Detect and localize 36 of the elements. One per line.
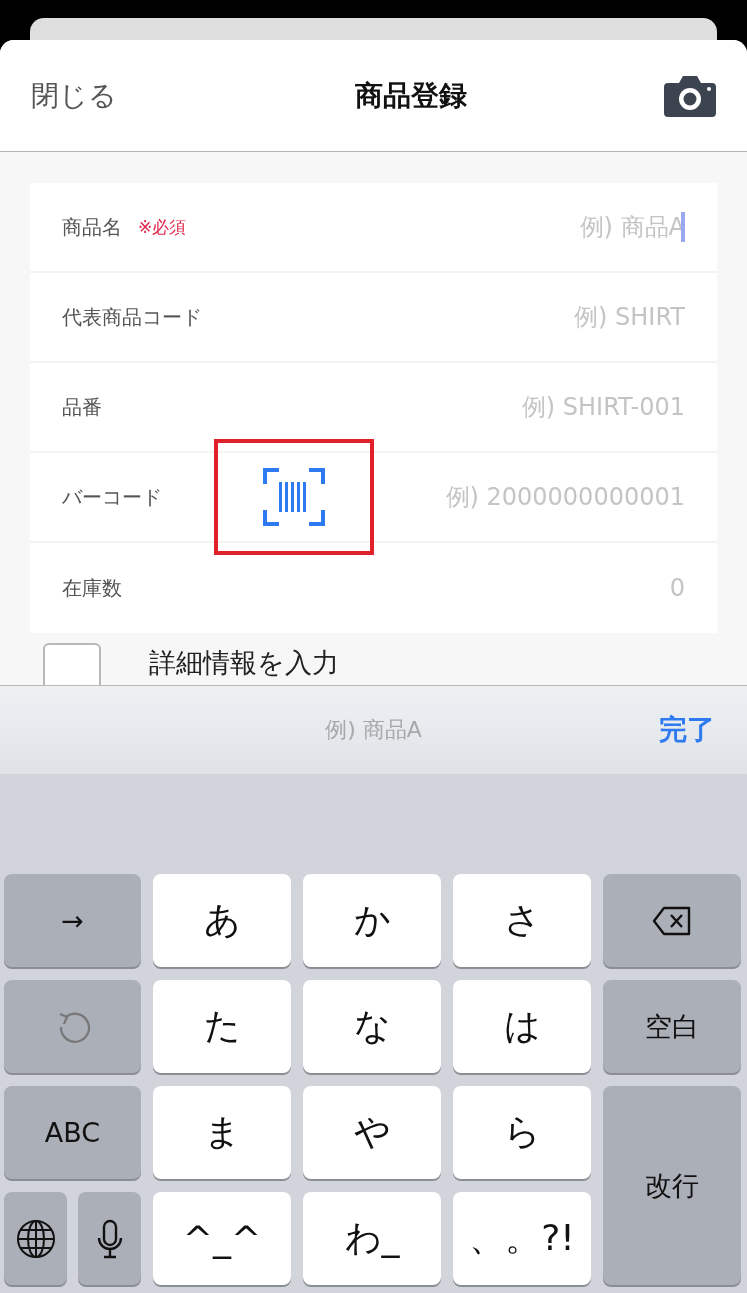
checkbox[interactable] bbox=[43, 643, 101, 685]
key[interactable]: ABC bbox=[4, 1086, 141, 1179]
screen-title: 商品登録 bbox=[354, 77, 467, 114]
field-label: 代表商品コード bbox=[62, 303, 202, 331]
barcode-scan-icon[interactable] bbox=[263, 468, 325, 526]
globe-key[interactable] bbox=[4, 1192, 67, 1285]
key[interactable]: た bbox=[153, 980, 291, 1073]
key[interactable]: → bbox=[4, 874, 141, 967]
key[interactable]: な bbox=[303, 980, 441, 1073]
checkbox-label: 詳細情報を入力 bbox=[149, 647, 339, 680]
backspace-icon bbox=[652, 905, 692, 936]
required-tag: ※必須 bbox=[138, 215, 187, 239]
return-key[interactable]: 改行 bbox=[603, 1086, 741, 1285]
microphone-key[interactable] bbox=[78, 1192, 141, 1285]
key[interactable]: さ bbox=[453, 874, 591, 967]
delete-key[interactable] bbox=[603, 874, 741, 967]
field-label: 在庫数 bbox=[62, 574, 122, 602]
key[interactable]: ら bbox=[453, 1086, 591, 1179]
key[interactable]: か bbox=[303, 874, 441, 967]
key[interactable]: あ bbox=[153, 874, 291, 967]
key[interactable]: や bbox=[303, 1086, 441, 1179]
field-label: バーコード bbox=[62, 483, 162, 511]
input-preview: 例) 商品A bbox=[325, 716, 422, 744]
field-label: 商品名 bbox=[62, 213, 122, 241]
globe-icon bbox=[15, 1218, 56, 1259]
close-button[interactable]: 閉じる bbox=[31, 76, 117, 115]
key[interactable]: ま bbox=[153, 1086, 291, 1179]
camera-icon[interactable] bbox=[664, 74, 716, 117]
key[interactable]: 、。?! bbox=[453, 1192, 591, 1285]
key[interactable]: ^_^ bbox=[153, 1192, 291, 1285]
key[interactable]: わ_ bbox=[303, 1192, 441, 1285]
microphone-icon bbox=[95, 1218, 124, 1259]
text-cursor bbox=[681, 212, 685, 242]
key[interactable]: 空白 bbox=[603, 980, 741, 1073]
field-label: 品番 bbox=[62, 393, 102, 421]
key[interactable]: は bbox=[453, 980, 591, 1073]
